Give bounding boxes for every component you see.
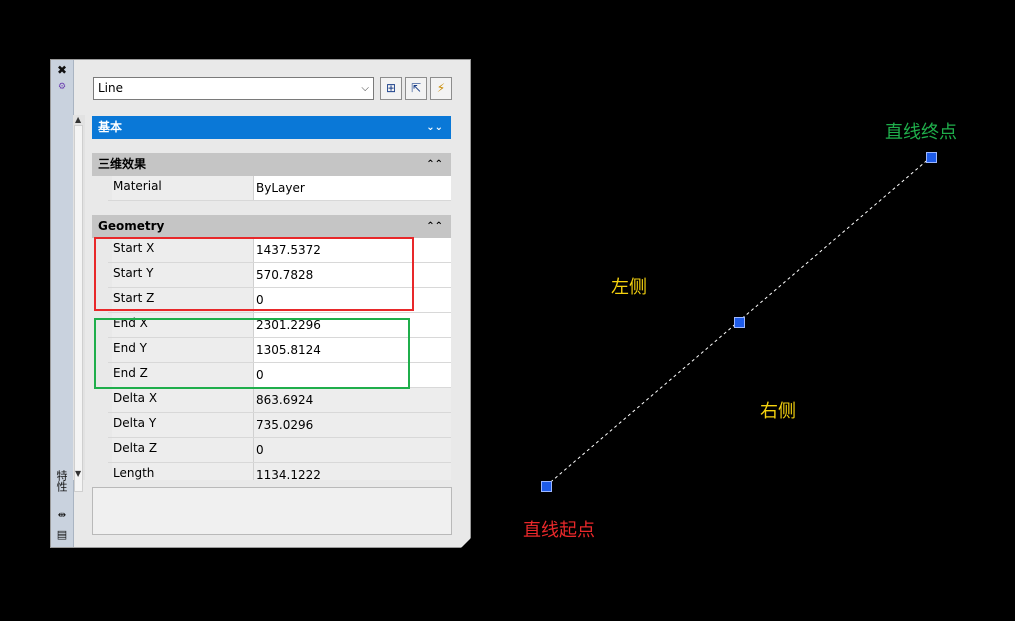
label-left-side: 左侧 xyxy=(611,277,647,298)
line-start-grip[interactable] xyxy=(541,481,552,492)
label-end-point: 直线终点 xyxy=(885,122,957,143)
label-start-point: 直线起点 xyxy=(523,520,595,541)
line-end-grip[interactable] xyxy=(926,152,937,163)
line-mid-grip[interactable] xyxy=(734,317,745,328)
drawing-canvas[interactable] xyxy=(0,0,1015,621)
label-right-side: 右侧 xyxy=(760,401,796,422)
